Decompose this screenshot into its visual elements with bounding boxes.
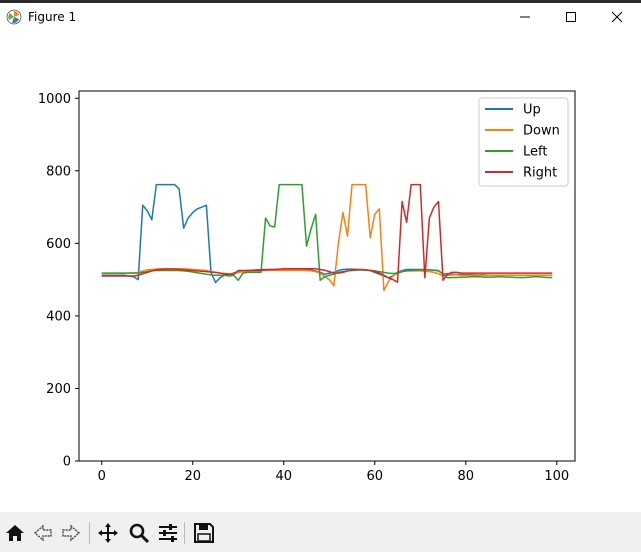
close-button[interactable]: [594, 2, 640, 32]
x-tick-label: 80: [458, 469, 475, 484]
minimize-button[interactable]: [502, 2, 548, 32]
figure-canvas[interactable]: 0 20 40 60 80 100 0 200 400 600 800 1000 Up Down Lef…: [0, 34, 641, 512]
y-tick-label: 0: [63, 455, 71, 470]
x-tick-label: 0: [98, 469, 106, 484]
x-tick-label: 100: [544, 469, 569, 484]
home-icon: [6, 525, 24, 541]
y-tick-label: 200: [46, 382, 71, 397]
pan-icon: [98, 523, 118, 543]
back-button[interactable]: [30, 520, 56, 546]
pan-button[interactable]: [95, 520, 121, 546]
y-tick-label: 1000: [38, 92, 71, 107]
line-chart: 0 20 40 60 80 100 0 200 400 600 800 1000 Up Down Lef…: [38, 90, 576, 484]
legend-label-right: Right: [523, 166, 557, 181]
forward-arrow-icon: [62, 524, 81, 542]
matplotlib-app-icon: [6, 9, 22, 25]
y-tick-label: 600: [46, 237, 71, 252]
legend-label-down: Down: [523, 124, 560, 139]
close-icon: [611, 11, 623, 23]
window-title: Figure 1: [28, 10, 77, 24]
x-axis: 0 20 40 60 80 100: [98, 461, 569, 484]
minimize-icon: [520, 16, 530, 18]
x-tick-label: 60: [367, 469, 384, 484]
zoom-button[interactable]: [126, 520, 152, 546]
y-tick-label: 400: [46, 309, 71, 324]
toolbar-separator: [184, 522, 185, 544]
configure-subplots-icon: [159, 524, 177, 542]
toolbar-separator: [89, 522, 90, 544]
forward-button[interactable]: [58, 520, 84, 546]
y-tick-label: 800: [46, 164, 71, 179]
legend: Up Down Left Right: [478, 97, 569, 187]
legend-label-up: Up: [523, 103, 541, 118]
navigation-toolbar: [0, 512, 641, 552]
back-arrow-icon: [33, 524, 52, 542]
x-tick-label: 40: [275, 469, 292, 484]
save-icon: [194, 523, 214, 543]
configure-subplots-button[interactable]: [155, 520, 181, 546]
save-button[interactable]: [191, 520, 217, 546]
maximize-button[interactable]: [548, 2, 594, 32]
legend-label-left: Left: [523, 145, 547, 160]
maximize-icon: [566, 12, 576, 22]
x-tick-label: 20: [184, 469, 201, 484]
home-button[interactable]: [2, 520, 28, 546]
y-axis: 0 200 400 600 800 1000: [38, 92, 79, 470]
window-titlebar: Figure 1: [0, 0, 641, 34]
zoom-icon: [129, 523, 150, 544]
